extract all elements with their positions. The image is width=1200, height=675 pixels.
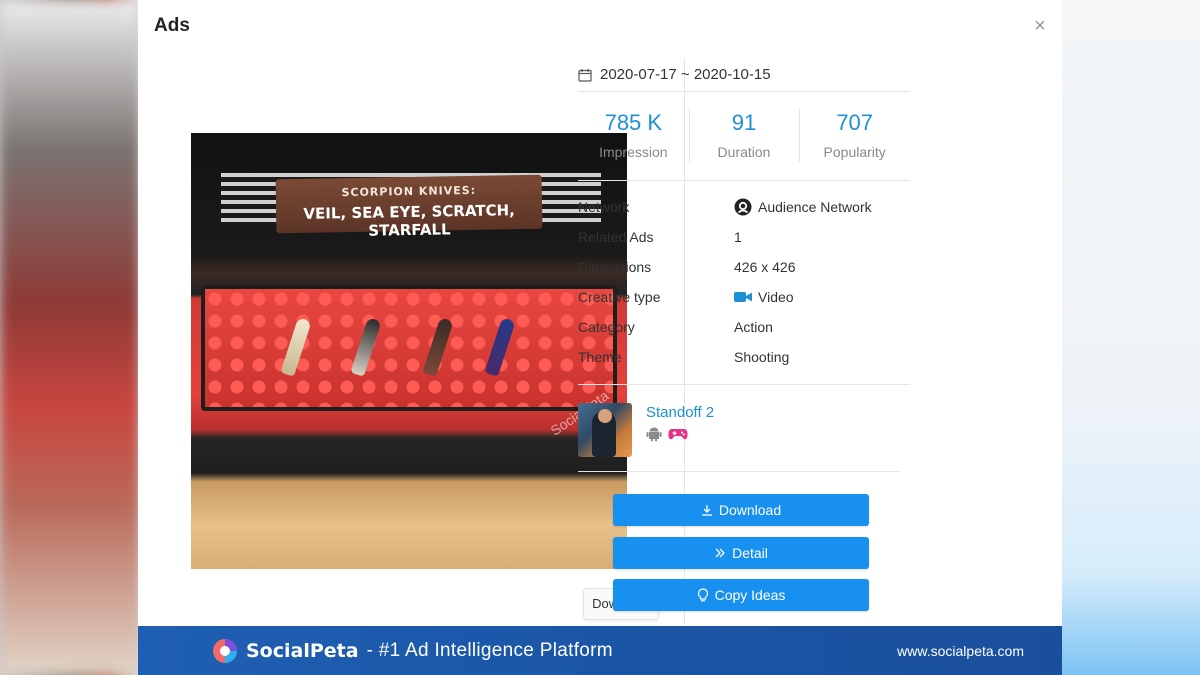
audience-network-icon — [734, 198, 752, 216]
app-avatar[interactable] — [578, 403, 632, 457]
info-value: Audience Network — [758, 199, 872, 215]
ad-info-list: Network Audience Network Related Ads 1 D… — [578, 192, 910, 385]
info-value: Action — [734, 319, 773, 335]
lightbulb-icon — [697, 588, 708, 602]
socialpeta-logo-icon — [213, 638, 237, 663]
banner-brand: SocialPeta — [246, 639, 359, 662]
detail-button[interactable]: Detail — [613, 537, 869, 569]
promo-banner: SocialPeta - #1 Ad Intelligence Platform… — [138, 626, 1062, 675]
stat-label: Popularity — [823, 144, 886, 160]
download-button-label: Download — [718, 502, 782, 518]
stat-label: Duration — [717, 144, 771, 160]
ad-creative-preview[interactable]: SCORPION KNIVES: VEIL, SEA EYE, SCRATCH,… — [191, 133, 627, 569]
info-value: Shooting — [734, 349, 790, 365]
calendar-icon — [578, 68, 592, 82]
video-camera-icon — [734, 291, 752, 303]
double-chevron-right-icon — [715, 548, 726, 558]
info-row-related-ads: Related Ads 1 — [578, 222, 910, 252]
stats-row: 785 K Impression 91 Duration 707 Popular… — [578, 92, 910, 181]
info-value: 426 x 426 — [734, 259, 796, 275]
info-key: Dimensions — [578, 259, 652, 275]
info-value: 1 — [734, 229, 742, 245]
creative-sign-line1: SCORPION KNIVES: — [341, 183, 477, 200]
info-row-network: Network Audience Network — [578, 192, 910, 222]
detail-button-label: Detail — [732, 545, 768, 561]
info-row-category: Category Action — [578, 312, 910, 342]
info-key: Theme — [578, 349, 622, 365]
stat-impression: 785 K Impression — [578, 92, 689, 180]
info-row-theme: Theme Shooting — [578, 342, 910, 372]
date-range-text: 2020-07-17 ~ 2020-10-15 — [600, 66, 771, 83]
creative-sign: SCORPION KNIVES: VEIL, SEA EYE, SCRATCH,… — [275, 174, 543, 240]
banner-tagline: - #1 Ad Intelligence Platform — [366, 639, 613, 661]
info-key: Creative type — [578, 289, 661, 305]
avatar-head — [598, 409, 612, 423]
app-name-link[interactable]: Standoff 2 — [646, 404, 714, 421]
info-row-creative-type: Creative type Video — [578, 282, 910, 312]
background-left-blur — [0, 0, 140, 675]
knife-tray — [201, 285, 617, 411]
gamepad-icon — [668, 429, 688, 440]
stat-popularity: 707 Popularity — [799, 92, 910, 180]
background-right — [1060, 0, 1200, 675]
stat-value: 785 K — [604, 110, 663, 135]
stat-duration: 91 Duration — [688, 92, 800, 180]
info-row-dimensions: Dimensions 426 x 426 — [578, 252, 910, 282]
stat-value: 707 — [836, 110, 874, 135]
banner-url[interactable]: www.socialpeta.com — [897, 643, 1024, 659]
download-button[interactable]: Download — [613, 494, 869, 526]
info-key: Related Ads — [578, 229, 654, 245]
copy-ideas-button[interactable]: Copy Ideas — [613, 579, 869, 611]
info-value: Video — [758, 289, 794, 305]
info-key: Network — [578, 199, 630, 215]
android-icon — [646, 427, 662, 442]
stat-label: Impression — [599, 144, 668, 160]
copy-ideas-button-label: Copy Ideas — [714, 587, 786, 603]
download-icon — [701, 505, 712, 516]
modal-title: Ads — [154, 15, 190, 36]
app-platforms — [646, 426, 688, 442]
creative-sign-line2: VEIL, SEA EYE, SCRATCH, STARFALL — [303, 201, 515, 240]
app-card[interactable]: Standoff 2 — [578, 400, 900, 472]
date-range: 2020-07-17 ~ 2020-10-15 — [578, 58, 910, 92]
stat-value: 91 — [731, 110, 757, 135]
close-icon[interactable]: × — [1032, 16, 1048, 36]
info-key: Category — [578, 319, 635, 335]
